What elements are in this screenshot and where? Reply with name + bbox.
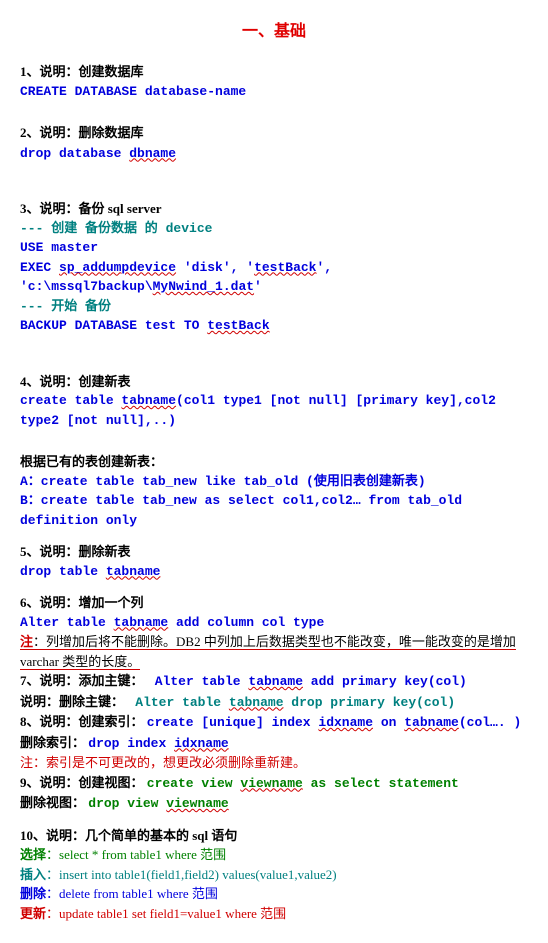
code-text: add column col type xyxy=(168,615,324,630)
code-text: create view xyxy=(147,776,241,791)
code-text: Alter table xyxy=(20,615,114,630)
section-3-comment-1: --- 创建 备份数据 的 device xyxy=(20,219,528,239)
code-squiggle: sp_addumpdevice xyxy=(59,260,176,275)
section-7: 7、说明：添加主键： Alter table tabname add prima… xyxy=(20,671,528,692)
section-4-subheading: 根据已有的表创建新表： xyxy=(20,452,528,472)
section-9-heading: 9、说明：创建视图： xyxy=(20,775,144,790)
code-text: create table xyxy=(20,393,121,408)
code-update: ：update table1 set field1=value1 where 范… xyxy=(46,906,286,921)
section-2-heading: 2、说明：删除数据库 xyxy=(20,123,528,143)
section-4-line-b: B：create table tab_new as select col1,co… xyxy=(20,491,528,530)
section-1-heading: 1、说明：创建数据库 xyxy=(20,62,528,82)
code-select: ：select * from table1 where 范围 xyxy=(46,847,226,862)
page-title: 一、基础 xyxy=(20,20,528,44)
code-text: ' xyxy=(254,279,262,294)
section-7-subheading: 说明：删除主键： xyxy=(20,694,124,709)
section-3-line-1: USE master xyxy=(20,238,528,258)
section-7-code: Alter table tabname add primary key(col) xyxy=(155,674,467,689)
label-delete: 删除 xyxy=(20,886,46,901)
code-text: BACKUP DATABASE test TO xyxy=(20,318,207,333)
code-delete: ：delete from table1 where 范围 xyxy=(46,886,218,901)
code-squiggle: tabname xyxy=(404,715,459,730)
section-10-heading: 10、说明：几个简单的基本的 sql 语句 xyxy=(20,826,528,846)
section-4-line-a: A：create table tab_new like tab_old (使用旧… xyxy=(20,472,528,492)
section-7-code-2: Alter table tabname drop primary key(col… xyxy=(135,695,455,710)
code-text: create [unique] index xyxy=(147,715,319,730)
section-1-code: CREATE DATABASE database-name xyxy=(20,82,528,102)
section-3-line-3: BACKUP DATABASE test TO testBack xyxy=(20,316,528,336)
code-squiggle: tabname xyxy=(229,695,284,710)
label-select: 选择 xyxy=(20,847,46,862)
section-9-code-2: drop view viewname xyxy=(88,796,228,811)
code-text: Alter table xyxy=(135,695,229,710)
label-insert: 插入 xyxy=(20,867,46,882)
code-text: as select statement xyxy=(303,776,459,791)
code-text: drop table xyxy=(20,564,106,579)
section-9b: 删除视图： drop view viewname xyxy=(20,793,528,814)
section-8-code-2: drop index idxname xyxy=(88,736,228,751)
code-text: drop primary key(col) xyxy=(284,695,456,710)
code-squiggle: dbname xyxy=(129,146,176,161)
section-6-heading: 6、说明：增加一个列 xyxy=(20,593,528,613)
section-10-select: 选择：select * from table1 where 范围 xyxy=(20,845,528,865)
code-text: 'disk', ' xyxy=(176,260,254,275)
code-squiggle: MyNwind_1.dat xyxy=(153,279,254,294)
section-7-heading: 7、说明：添加主键： xyxy=(20,673,144,688)
section-5-code: drop table tabname xyxy=(20,562,528,582)
note-text: ：列增加后将不能删除。DB2 中列加上后数据类型也不能改变，唯一能改变的是增加 … xyxy=(20,634,516,669)
code-insert: ：insert into table1(field1,field2) value… xyxy=(46,867,337,882)
note-prefix: 注 xyxy=(20,634,33,649)
code-text: drop view xyxy=(88,796,166,811)
section-10-delete: 删除：delete from table1 where 范围 xyxy=(20,884,528,904)
section-9-subheading: 删除视图： xyxy=(20,795,85,810)
section-6-note: 注：列增加后将不能删除。DB2 中列加上后数据类型也不能改变，唯一能改变的是增加… xyxy=(20,632,528,671)
section-7b: 说明：删除主键： Alter table tabname drop primar… xyxy=(20,692,528,713)
section-8: 8、说明：创建索引： create [unique] index idxname… xyxy=(20,712,528,733)
code-squiggle: tabname xyxy=(114,615,169,630)
section-8-subheading: 删除索引： xyxy=(20,735,85,750)
code-squiggle: tabname xyxy=(121,393,176,408)
code-text: drop database xyxy=(20,146,129,161)
section-9: 9、说明：创建视图： create view viewname as selec… xyxy=(20,773,528,794)
code-squiggle: tabname xyxy=(106,564,161,579)
section-3-comment-2: --- 开始 备份 xyxy=(20,297,528,317)
code-text: EXEC xyxy=(20,260,59,275)
section-8-heading: 8、说明：创建索引： xyxy=(20,714,144,729)
section-8-code: create [unique] index idxname on tabname… xyxy=(147,715,522,730)
section-3-line-2: EXEC sp_addumpdevice 'disk', 'testBack',… xyxy=(20,258,528,297)
section-4-heading: 4、说明：创建新表 xyxy=(20,372,528,392)
code-squiggle: viewname xyxy=(166,796,228,811)
section-4-line-1: create table tabname(col1 type1 [not nul… xyxy=(20,391,528,430)
code-text: on xyxy=(373,715,404,730)
section-3-heading: 3、说明：备份 sql server xyxy=(20,199,528,219)
code-squiggle: testBack xyxy=(207,318,269,333)
section-5-heading: 5、说明：删除新表 xyxy=(20,542,528,562)
section-8b: 删除索引： drop index idxname xyxy=(20,733,528,754)
code-text: drop index xyxy=(88,736,174,751)
code-text: (col…. ) xyxy=(459,715,521,730)
code-squiggle: testBack xyxy=(254,260,316,275)
code-text: Alter table xyxy=(155,674,249,689)
code-text: add primary key(col) xyxy=(303,674,467,689)
section-10-insert: 插入：insert into table1(field1,field2) val… xyxy=(20,865,528,885)
section-2-code: drop database dbname xyxy=(20,143,528,164)
section-6-code: Alter table tabname add column col type xyxy=(20,613,528,633)
section-10-update: 更新：update table1 set field1=value1 where… xyxy=(20,904,528,924)
section-9-code: create view viewname as select statement xyxy=(147,776,459,791)
section-8-note: 注：索引是不可更改的，想更改必须删除重新建。 xyxy=(20,753,528,773)
code-squiggle: idxname xyxy=(174,736,229,751)
label-update: 更新 xyxy=(20,906,46,921)
code-squiggle: tabname xyxy=(248,674,303,689)
code-squiggle: idxname xyxy=(318,715,373,730)
code-squiggle: viewname xyxy=(240,776,302,791)
